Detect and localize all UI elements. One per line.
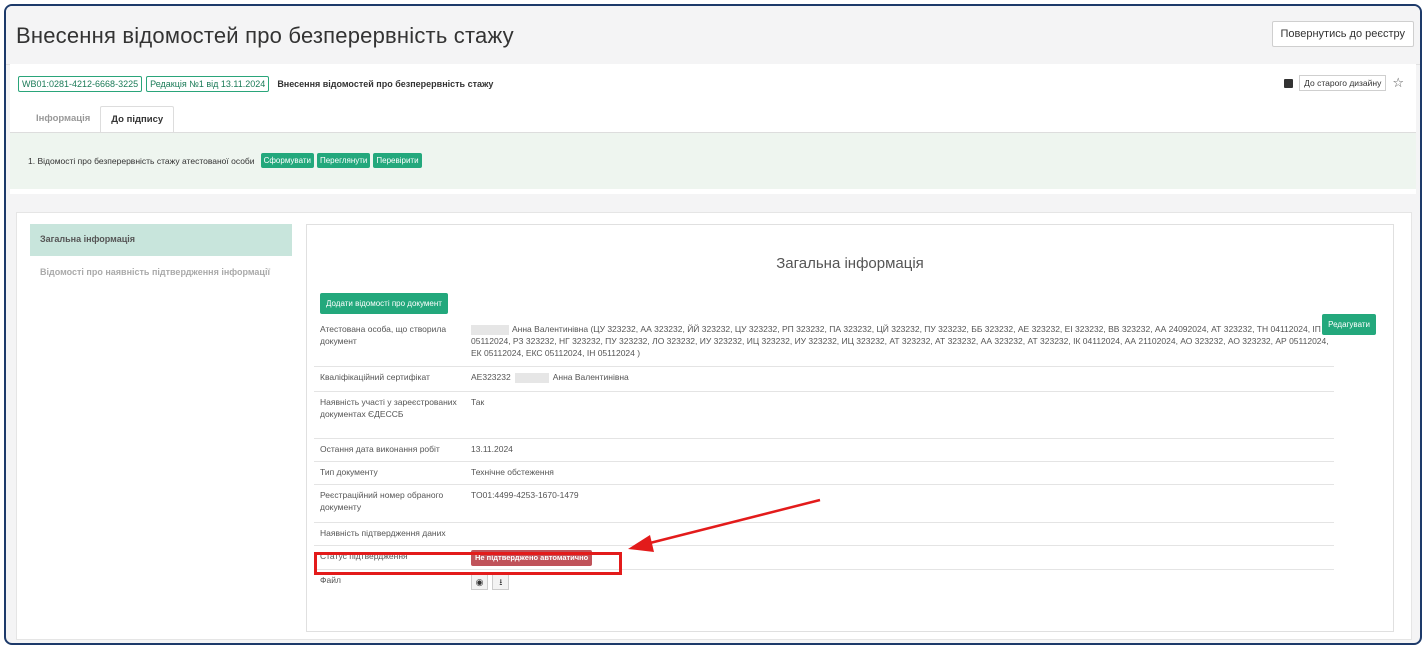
tab-info[interactable]: Інформація bbox=[26, 106, 100, 132]
redacted-surname bbox=[514, 372, 549, 383]
person-value: Анна Валентинівна (ЦУ 323232, АА 323232,… bbox=[471, 324, 1329, 358]
document-title: Внесення відомостей про безперервність с… bbox=[277, 79, 494, 89]
row-value bbox=[471, 523, 1334, 545]
row-label: Тип документу bbox=[320, 467, 378, 477]
old-design-group: До старого дизайну ☆ bbox=[1284, 75, 1404, 91]
generate-button[interactable]: Сформувати bbox=[260, 153, 314, 168]
sidebar-item-confirmation-info[interactable]: Відомості про наявність підтвердження ін… bbox=[40, 267, 270, 277]
table-row: Реєстраційний номер обраного документу T… bbox=[314, 485, 1334, 523]
row-value: 13.11.2024 bbox=[471, 444, 513, 454]
check-button[interactable]: Перевірити bbox=[373, 153, 422, 168]
title-bar: Внесення відомостей про безперервність с… bbox=[6, 6, 1420, 65]
document-header: WB01:0281-4212-6668-3225 Редакція №1 від… bbox=[18, 74, 493, 94]
row-label: Реєстраційний номер обраного документу bbox=[320, 490, 444, 512]
row-label: Остання дата виконання робіт bbox=[320, 444, 440, 454]
section-title: Загальна інформація bbox=[776, 255, 924, 272]
table-row: Остання дата виконання робіт 13.11.2024 bbox=[314, 439, 1334, 462]
row-value: Анна Валентинівна (ЦУ 323232, АА 323232,… bbox=[471, 319, 1334, 366]
back-to-registry-button[interactable]: Повернутись до реєстру bbox=[1271, 21, 1414, 47]
eye-icon[interactable]: ◉ bbox=[471, 574, 488, 590]
row-label: Наявність участі у зареєстрованих докуме… bbox=[320, 397, 457, 419]
row-value: Технічне обстеження bbox=[471, 467, 554, 477]
download-icon[interactable]: ⭳ bbox=[492, 574, 510, 590]
app-window: Внесення відомостей про безперервність с… bbox=[4, 4, 1422, 645]
row-value: Так bbox=[471, 397, 485, 407]
redacted-surname bbox=[471, 324, 509, 335]
sidebar-item-general-info[interactable]: Загальна інформація bbox=[30, 224, 292, 256]
sign-row-label: 1. Відомості про безперервність стажу ат… bbox=[28, 155, 255, 166]
tabs: Інформація До підпису bbox=[26, 106, 175, 132]
preview-button[interactable]: Переглянути bbox=[316, 153, 371, 168]
row-value: TO01:4499-4253-1670-1479 bbox=[471, 490, 579, 500]
document-id-tag[interactable]: WB01:0281-4212-6668-3225 bbox=[18, 76, 143, 92]
tab-content: 1. Відомості про безперервність стажу ат… bbox=[10, 132, 1416, 189]
row-value: АЕ323232 Анна Валентинівна bbox=[471, 367, 1334, 391]
row-label: Атестована особа, що створила документ bbox=[320, 324, 447, 346]
table-row: Наявність підтвердження даних bbox=[314, 523, 1334, 546]
document-panel: WB01:0281-4212-6668-3225 Редакція №1 від… bbox=[10, 64, 1416, 194]
table-row: Кваліфікаційний сертифікат АЕ323232 Анна … bbox=[314, 367, 1334, 392]
table-row: Тип документу Технічне обстеження bbox=[314, 462, 1334, 485]
table-row: Наявність участі у зареєстрованих докуме… bbox=[314, 392, 1334, 439]
revision-tag[interactable]: Редакція №1 від 13.11.2024 bbox=[146, 76, 270, 92]
status-highlight-box bbox=[314, 552, 622, 575]
row-label: Наявність підтвердження даних bbox=[320, 528, 446, 538]
monitor-icon bbox=[1284, 78, 1294, 88]
main-panel: Загальна інформація Відомості про наявні… bbox=[16, 212, 1412, 640]
star-icon[interactable]: ☆ bbox=[1392, 75, 1404, 91]
certificate-number: АЕ323232 bbox=[471, 372, 511, 382]
certificate-name: Анна Валентинівна bbox=[552, 372, 629, 382]
page-title: Внесення відомостей про безперервність с… bbox=[16, 23, 514, 48]
add-document-info-button[interactable]: Додати відомості про документ bbox=[320, 293, 448, 314]
old-design-button[interactable]: До старого дизайну bbox=[1299, 75, 1387, 91]
table-row: Атестована особа, що створила документ А… bbox=[314, 319, 1334, 367]
row-label: Кваліфікаційний сертифікат bbox=[320, 372, 430, 382]
sign-row: 1. Відомості про безперервність стажу ат… bbox=[28, 153, 422, 168]
tab-to-sign[interactable]: До підпису bbox=[100, 106, 175, 132]
